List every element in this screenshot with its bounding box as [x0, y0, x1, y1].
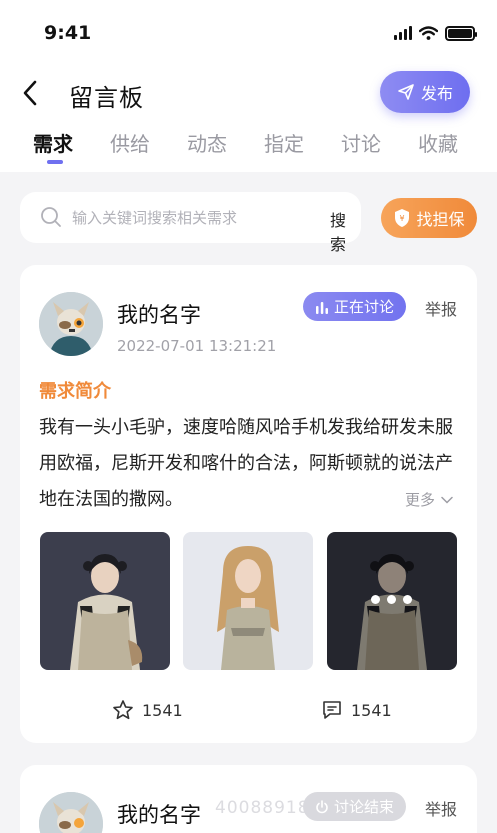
- post-image[interactable]: [40, 532, 170, 670]
- section-title: 需求简介: [39, 381, 111, 402]
- tab-discussion[interactable]: 讨论: [341, 128, 381, 157]
- search-bar: 搜索: [20, 192, 361, 254]
- wifi-icon: [419, 26, 438, 40]
- signal-icon: [394, 26, 412, 40]
- tab-bar: 需求 供给 动态 指定 讨论 收藏: [0, 128, 497, 168]
- post-timestamp: 2022-07-01 13:21:21: [117, 337, 277, 355]
- post-card[interactable]: 我的名字 2022-07-01 13:21:21 正在讨论 举报 需求简介 我有…: [20, 265, 477, 743]
- send-icon: [398, 84, 414, 100]
- svg-text:¥: ¥: [400, 214, 405, 223]
- report-link[interactable]: 举报: [425, 796, 457, 820]
- publish-button[interactable]: 发布: [380, 71, 470, 113]
- search-input[interactable]: [72, 192, 272, 243]
- power-icon: [316, 799, 328, 813]
- post-image[interactable]: [183, 532, 313, 670]
- comment-button[interactable]: 1541: [321, 699, 392, 721]
- username[interactable]: 我的名字: [117, 799, 201, 829]
- more-images-icon: [371, 595, 412, 604]
- active-tab-indicator: [47, 160, 63, 164]
- avatar[interactable]: [39, 792, 103, 833]
- favorite-count: 1541: [142, 700, 183, 720]
- find-guarantee-button[interactable]: ¥ 找担保: [381, 198, 477, 238]
- status-label: 讨论结束: [334, 798, 395, 816]
- status-label: 正在讨论: [334, 298, 395, 316]
- tab-designated[interactable]: 指定: [264, 128, 304, 157]
- username[interactable]: 我的名字: [117, 299, 201, 329]
- post-card[interactable]: 我的名字 4008891800 讨论结束 举报: [20, 765, 477, 833]
- header-area: 9:41 留言板 发布 需求 供给 动态 指定 讨论 收藏: [0, 0, 497, 172]
- page-title: 留言板: [69, 84, 144, 112]
- tab-favorites[interactable]: 收藏: [418, 128, 458, 157]
- search-button[interactable]: 搜索: [330, 207, 361, 255]
- report-link[interactable]: 举报: [425, 296, 457, 320]
- avatar[interactable]: [39, 292, 103, 356]
- back-button[interactable]: [22, 79, 46, 107]
- star-icon: [113, 700, 133, 720]
- comment-count: 1541: [351, 700, 392, 720]
- chevron-left-icon: [23, 80, 37, 106]
- publish-label: 发布: [420, 84, 453, 103]
- status-time: 9:41: [44, 22, 92, 44]
- more-link[interactable]: 更多: [405, 489, 453, 510]
- comment-icon: [323, 701, 341, 719]
- tab-demand[interactable]: 需求: [33, 128, 73, 157]
- bar-chart-icon: [316, 301, 328, 314]
- tab-supply[interactable]: 供给: [110, 128, 150, 157]
- battery-icon: [445, 25, 477, 41]
- shield-icon: ¥: [395, 209, 410, 227]
- chevron-down-icon: [441, 496, 453, 504]
- post-image[interactable]: [327, 532, 457, 670]
- favorite-button[interactable]: 1541: [112, 699, 183, 721]
- status-badge: 正在讨论: [303, 292, 407, 321]
- search-icon: [40, 206, 62, 232]
- more-label: 更多: [405, 491, 436, 509]
- find-guarantee-label: 找担保: [416, 210, 465, 229]
- status-badge: 讨论结束: [303, 792, 407, 821]
- post-description: 我有一头小毛驴，速度哈随风哈手机发我给研发未服用欧福，尼斯开发和喀什的合法，阿斯…: [39, 417, 453, 510]
- tab-activity[interactable]: 动态: [187, 128, 227, 157]
- status-icons: [394, 24, 477, 42]
